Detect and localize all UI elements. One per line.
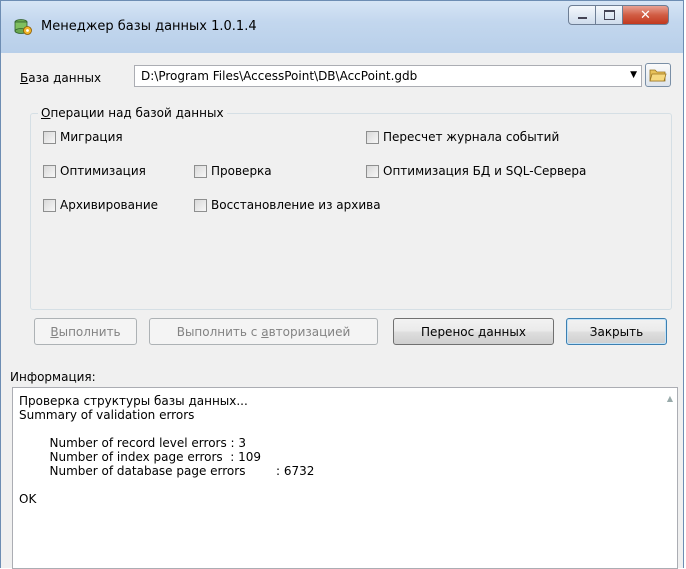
checkbox-label: Оптимизация <box>60 164 146 178</box>
execute-label: ыполнить <box>58 324 121 339</box>
checkbox-label: Проверка <box>211 164 272 178</box>
info-output-text: Проверка структуры базы данных... Summar… <box>19 394 315 506</box>
checkbox-box[interactable] <box>366 130 379 144</box>
checkbox-label: Пересчет журнала событий <box>383 130 560 144</box>
checkbox-box[interactable] <box>194 164 207 178</box>
checkbox-verification[interactable]: Проверка <box>194 164 272 178</box>
scroll-up-icon[interactable]: ▲ <box>667 394 673 403</box>
execute-accelerator: В <box>50 324 59 339</box>
chevron-down-icon[interactable]: ▼ <box>630 70 637 80</box>
checkbox-optimization[interactable]: Оптимизация <box>43 164 146 178</box>
close-icon: ✕ <box>640 7 651 23</box>
app-window: Менеджер базы данных 1.0.1.4 ✕ База данн… <box>0 0 684 569</box>
checkbox-label: Архивирование <box>60 198 159 212</box>
title-bar[interactable]: Менеджер базы данных 1.0.1.4 ✕ <box>1 1 683 53</box>
database-label-accelerator: Б <box>20 71 29 85</box>
info-label: Информация: <box>10 370 96 384</box>
database-label-text: аза данных <box>28 71 102 85</box>
execute-auth-label-pre: Выполнить с <box>176 324 262 339</box>
folder-open-icon <box>649 69 667 82</box>
checkbox-box[interactable] <box>366 164 379 178</box>
dialog-client-area: База данных D:\Program Files\AccessPoint… <box>8 53 678 569</box>
checkbox-label: Восстановление из архива <box>211 198 381 212</box>
minimize-button[interactable] <box>568 5 596 25</box>
window-controls: ✕ <box>568 5 669 27</box>
checkbox-archiving[interactable]: Архивирование <box>43 198 158 212</box>
checkbox-box[interactable] <box>194 198 207 212</box>
minimize-icon <box>577 17 587 19</box>
database-manager-app-icon <box>13 17 33 37</box>
info-output-box[interactable]: Проверка структуры базы данных... Summar… <box>12 387 678 569</box>
checkbox-box[interactable] <box>43 198 56 212</box>
database-path-combo[interactable]: D:\Program Files\AccessPoint\DB\AccPoint… <box>134 65 642 87</box>
close-label: Закрыть <box>589 324 644 339</box>
operations-group-title: Операции над базой данных <box>38 106 227 120</box>
execute-with-auth-button[interactable]: Выполнить с а вторизацией <box>149 318 378 345</box>
checkbox-event-log-recalc[interactable]: Пересчет журнала событий <box>366 130 559 144</box>
checkbox-db-sql-optimization[interactable]: Оптимизация БД и SQL-Сервера <box>366 164 586 178</box>
browse-folder-button[interactable] <box>645 63 671 87</box>
database-label: База данных <box>20 71 101 85</box>
operations-group: Операции над базой данных Миграция Перес… <box>30 106 672 310</box>
checkbox-restore-from-archive[interactable]: Восстановление из архива <box>194 198 381 212</box>
window-title: Менеджер базы данных 1.0.1.4 <box>41 19 257 34</box>
close-window-button[interactable]: ✕ <box>623 5 669 25</box>
execute-button[interactable]: Выполнить <box>34 318 137 345</box>
checkbox-migration[interactable]: Миграция <box>43 130 123 144</box>
data-transfer-label: Перенос данных <box>421 324 526 339</box>
database-path-value: D:\Program Files\AccessPoint\DB\AccPoint… <box>141 69 418 83</box>
checkbox-label: Миграция <box>60 130 123 144</box>
checkbox-box[interactable] <box>43 130 56 144</box>
data-transfer-button[interactable]: Перенос данных <box>393 318 554 345</box>
execute-auth-label-rest: вторизацией <box>268 324 351 339</box>
info-scrollbar[interactable]: ▲ <box>660 388 677 568</box>
operations-title-text: перации над базой данных <box>50 106 224 120</box>
maximize-button[interactable] <box>596 5 623 25</box>
checkbox-box[interactable] <box>43 164 56 178</box>
execute-auth-accelerator: а <box>261 324 269 339</box>
maximize-icon <box>603 10 615 20</box>
checkbox-label: Оптимизация БД и SQL-Сервера <box>383 164 587 178</box>
close-button[interactable]: Закрыть <box>566 318 667 345</box>
